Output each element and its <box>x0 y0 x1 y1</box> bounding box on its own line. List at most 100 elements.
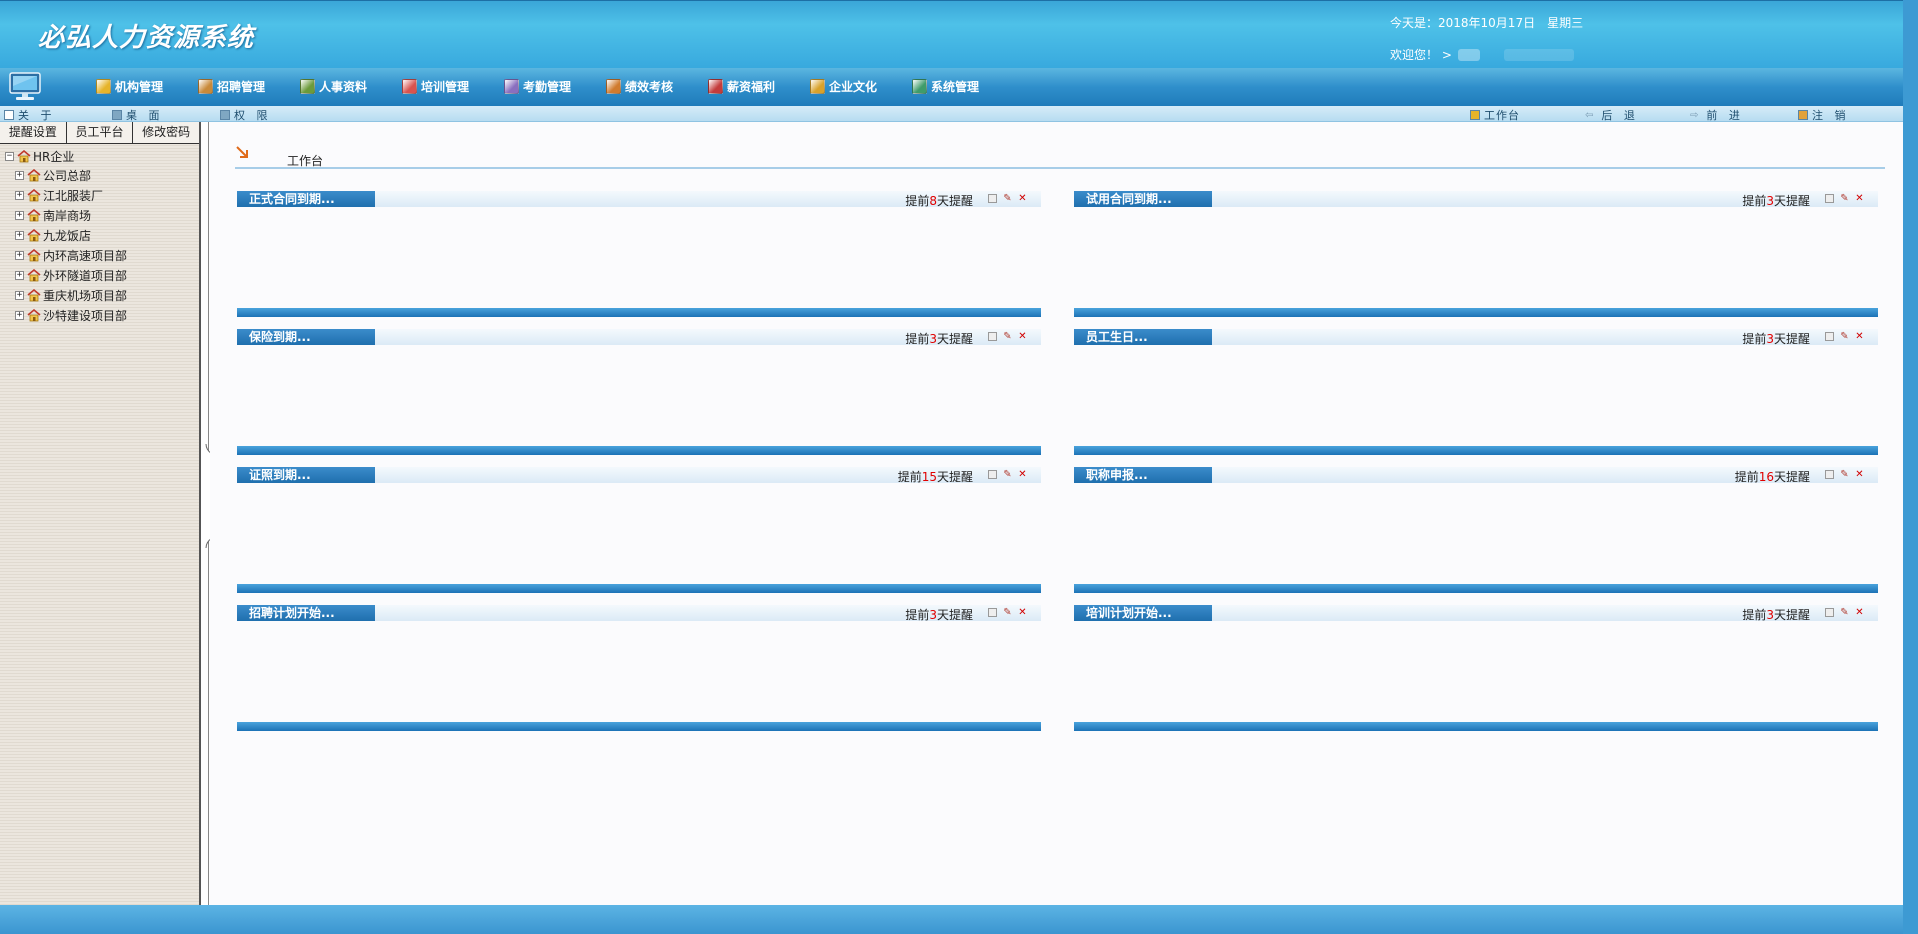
welcome-message: 欢迎您！ > <box>1390 46 1574 63</box>
tree-node[interactable]: + 外环隧道项目部 <box>15 265 199 285</box>
back-button[interactable]: ⇦ 后 退 <box>1585 107 1639 123</box>
about-link[interactable]: 关 于 <box>4 107 56 123</box>
reminder-panel: 证照到期... 提前15天提醒 ✎ ✕ <box>237 467 1041 593</box>
edit-icon[interactable]: ✎ <box>1003 332 1012 342</box>
collapse-icon[interactable]: − <box>5 151 14 161</box>
training-icon <box>402 79 417 94</box>
tree-node-label: 南岸商场 <box>43 208 92 223</box>
close-icon[interactable]: ✕ <box>1018 194 1027 204</box>
expand-icon[interactable]: + <box>15 310 24 320</box>
close-icon[interactable]: ✕ <box>1855 332 1864 342</box>
reminder-text: 提前3天提醒 <box>1742 332 1810 346</box>
panel-footer <box>1074 722 1878 731</box>
panel-header: 招聘计划开始... 提前3天提醒 ✎ ✕ <box>237 605 1041 622</box>
panel-title[interactable]: 证照到期... <box>237 467 375 483</box>
nav-item-8[interactable]: 系统管理 <box>912 78 979 95</box>
restore-icon[interactable] <box>988 470 997 479</box>
reminder-panel: 保险到期... 提前3天提醒 ✎ ✕ <box>237 329 1041 455</box>
tree-node[interactable]: + 重庆机场项目部 <box>15 285 199 305</box>
close-icon[interactable]: ✕ <box>1855 194 1864 204</box>
reminder-days: 16 <box>1758 470 1774 484</box>
edit-icon[interactable]: ✎ <box>1840 332 1849 342</box>
expand-icon[interactable]: + <box>15 230 24 240</box>
workbench-link[interactable]: 工作台 <box>1470 107 1520 123</box>
house-icon <box>27 248 41 262</box>
close-icon[interactable]: ✕ <box>1855 470 1864 480</box>
restore-icon[interactable] <box>988 608 997 617</box>
edit-icon[interactable]: ✎ <box>1003 470 1012 480</box>
tree-node[interactable]: + 九龙饭店 <box>15 225 199 245</box>
restore-icon[interactable] <box>1825 194 1834 203</box>
panel-title[interactable]: 培训计划开始... <box>1074 605 1212 621</box>
house-icon <box>27 308 41 322</box>
panel-title[interactable]: 保险到期... <box>237 329 375 345</box>
close-icon[interactable]: ✕ <box>1855 608 1864 618</box>
house-icon <box>27 168 41 182</box>
desktop-icon <box>112 110 122 120</box>
restore-icon[interactable] <box>1825 608 1834 617</box>
edit-icon[interactable]: ✎ <box>1840 608 1849 618</box>
expand-icon[interactable]: + <box>15 270 24 280</box>
nav-item-label: 人事资料 <box>319 80 368 94</box>
edit-icon[interactable]: ✎ <box>1840 470 1849 480</box>
tree-root[interactable]: − HR企业 <box>5 147 199 165</box>
close-icon[interactable]: ✕ <box>1018 332 1027 342</box>
nav-item-1[interactable]: 招聘管理 <box>198 78 265 95</box>
tab-employee-platform[interactable]: 员工平台 <box>66 122 134 143</box>
panel-header: 试用合同到期... 提前3天提醒 ✎ ✕ <box>1074 191 1878 208</box>
edit-icon[interactable]: ✎ <box>1003 608 1012 618</box>
panel-title[interactable]: 正式合同到期... <box>237 191 375 207</box>
panel-tools: ✎ ✕ <box>1825 194 1864 204</box>
logout-button[interactable]: 注 销 <box>1798 107 1850 123</box>
close-icon[interactable]: ✕ <box>1018 608 1027 618</box>
restore-icon[interactable] <box>1825 332 1834 341</box>
restore-icon[interactable] <box>1825 470 1834 479</box>
attendance-icon <box>504 79 519 94</box>
nav-item-4[interactable]: 考勤管理 <box>504 78 571 95</box>
panel-title[interactable]: 职称申报... <box>1074 467 1212 483</box>
expand-icon[interactable]: + <box>15 170 24 180</box>
nav-item-2[interactable]: 人事资料 <box>300 78 367 95</box>
tree-node[interactable]: + 江北服装厂 <box>15 185 199 205</box>
edit-icon[interactable]: ✎ <box>1840 194 1849 204</box>
nav-item-3[interactable]: 培训管理 <box>402 78 469 95</box>
edit-icon[interactable]: ✎ <box>1003 194 1012 204</box>
panel-footer <box>1074 308 1878 317</box>
restore-icon[interactable] <box>988 332 997 341</box>
reminder-days: 15 <box>921 470 937 484</box>
expand-icon[interactable]: + <box>15 210 24 220</box>
panel-title[interactable]: 试用合同到期... <box>1074 191 1212 207</box>
nav-item-7[interactable]: 企业文化 <box>810 78 877 95</box>
panel-tools: ✎ ✕ <box>1825 332 1864 342</box>
panel-tools: ✎ ✕ <box>988 608 1027 618</box>
panel-tools: ✎ ✕ <box>988 194 1027 204</box>
nav-item-6[interactable]: 薪资福利 <box>708 78 775 95</box>
home-icon <box>1470 110 1480 120</box>
forward-button[interactable]: ⇨ 前 进 <box>1690 107 1744 123</box>
tree-node[interactable]: + 公司总部 <box>15 165 199 185</box>
panel-footer <box>237 722 1041 731</box>
expand-icon[interactable]: + <box>15 250 24 260</box>
tab-reminder-settings[interactable]: 提醒设置 <box>0 122 67 143</box>
lock-icon <box>220 110 230 120</box>
close-icon[interactable]: ✕ <box>1018 470 1027 480</box>
current-date: 今天是：2018年10月17日 星期三 <box>1390 16 1584 30</box>
tree-node-label: 重庆机场项目部 <box>43 288 128 303</box>
tab-change-password[interactable]: 修改密码 <box>133 122 200 143</box>
expand-icon[interactable]: + <box>15 190 24 200</box>
restore-icon[interactable] <box>988 194 997 203</box>
expand-icon[interactable]: + <box>15 290 24 300</box>
rights-link[interactable]: 权 限 <box>220 107 272 123</box>
desktop-link[interactable]: 桌 面 <box>112 107 164 123</box>
tree-node[interactable]: + 沙特建设项目部 <box>15 305 199 325</box>
nav-item-5[interactable]: 绩效考核 <box>606 78 673 95</box>
panel-title[interactable]: 招聘计划开始... <box>237 605 375 621</box>
tree-node[interactable]: + 内环高速项目部 <box>15 245 199 265</box>
tree-node-label: 外环隧道项目部 <box>43 268 128 283</box>
house-icon <box>27 228 41 242</box>
nav-item-0[interactable]: 机构管理 <box>96 78 163 95</box>
reminder-days: 8 <box>929 194 937 208</box>
panel-title[interactable]: 员工生日... <box>1074 329 1212 345</box>
reminder-text: 提前3天提醒 <box>905 332 973 346</box>
tree-node[interactable]: + 南岸商场 <box>15 205 199 225</box>
